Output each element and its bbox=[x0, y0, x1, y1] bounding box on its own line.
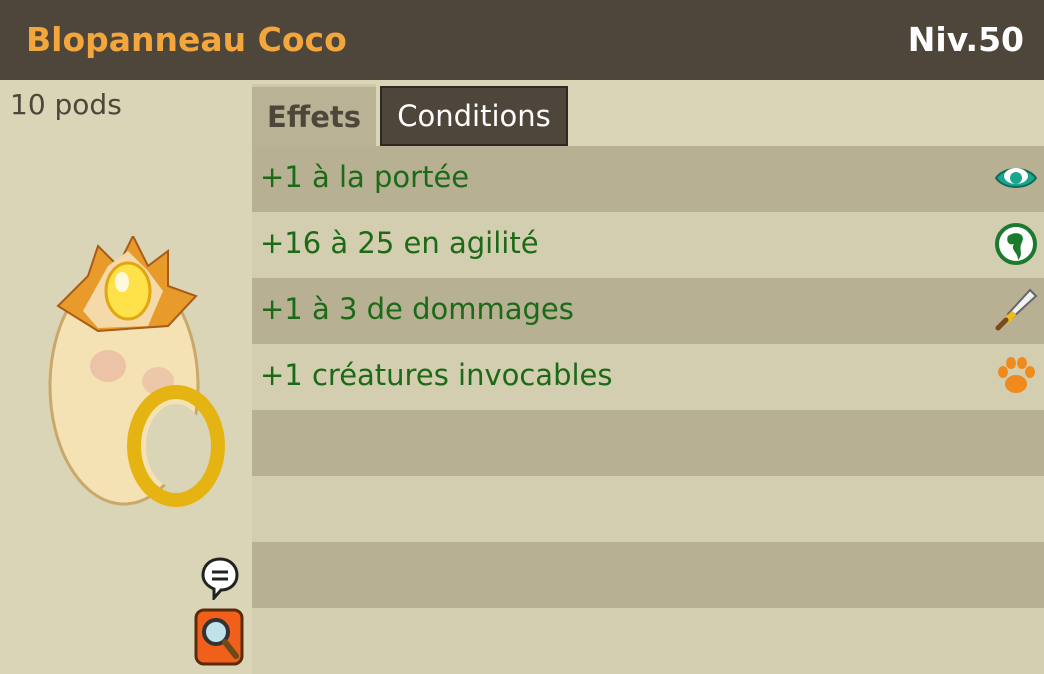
tab-conditions[interactable]: Conditions bbox=[380, 86, 568, 146]
tab-effets[interactable]: Effets bbox=[252, 84, 376, 146]
item-tabs: Effets Conditions bbox=[252, 84, 1044, 146]
empty-effect-row bbox=[252, 608, 1044, 674]
effect-text: +16 à 25 en agilité bbox=[260, 226, 539, 260]
eye-icon bbox=[994, 168, 1038, 188]
ring-item-image bbox=[48, 236, 225, 507]
effects-list: +1 à la portée +16 à 25 en agilité +1 à … bbox=[252, 146, 1044, 674]
empty-effect-row bbox=[252, 476, 1044, 542]
effect-row: +1 à la portée bbox=[252, 146, 1044, 212]
item-weight: 10 pods bbox=[10, 88, 122, 121]
paw-icon bbox=[998, 357, 1035, 393]
effect-row: +1 créatures invocables bbox=[252, 344, 1044, 410]
chat-link-icon[interactable] bbox=[200, 556, 240, 600]
item-name: Blopanneau Coco bbox=[26, 20, 347, 59]
empty-effect-row bbox=[252, 410, 1044, 476]
effect-text: +1 à 3 de dommages bbox=[260, 292, 574, 326]
item-level: Niv.50 bbox=[907, 20, 1024, 59]
empty-effect-row bbox=[252, 542, 1044, 608]
effect-row: +16 à 25 en agilité bbox=[252, 212, 1044, 278]
recipe-search-button[interactable] bbox=[194, 608, 244, 666]
agility-icon bbox=[995, 223, 1037, 265]
effect-text: +1 à la portée bbox=[260, 160, 470, 194]
sword-icon bbox=[995, 288, 1038, 331]
item-header: Blopanneau Coco Niv.50 bbox=[0, 0, 1044, 80]
effect-text: +1 créatures invocables bbox=[260, 358, 613, 392]
effect-row: +1 à 3 de dommages bbox=[252, 278, 1044, 344]
